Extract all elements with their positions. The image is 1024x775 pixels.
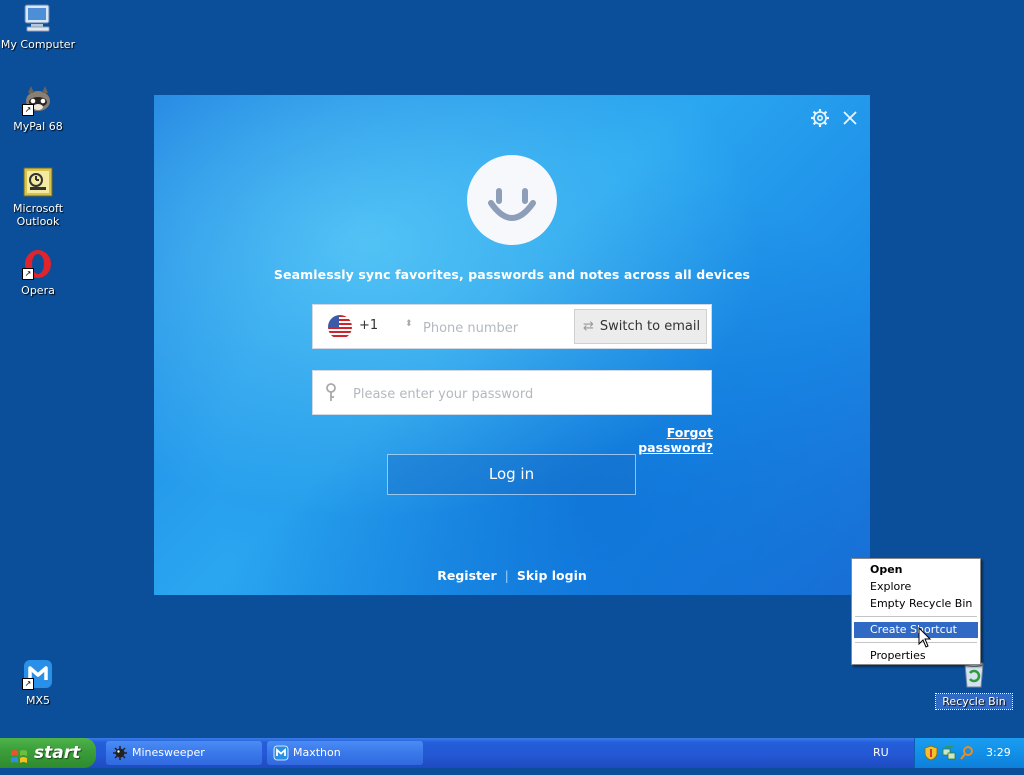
shortcut-arrow-icon: ↗ — [22, 268, 34, 280]
context-menu: Open Explore Empty Recycle Bin Create Sh… — [851, 558, 981, 665]
minesweeper-icon — [112, 745, 128, 761]
menu-item-explore[interactable]: Explore — [854, 579, 978, 595]
mouse-cursor-icon — [918, 626, 932, 649]
forgot-password-link[interactable]: Forgot password? — [603, 425, 713, 455]
desktop-icon-label: Microsoft Outlook — [12, 202, 64, 228]
desktop-icon-opera[interactable]: ↗ Opera — [0, 248, 76, 297]
skip-login-link[interactable]: Skip login — [517, 568, 587, 583]
maxthon-icon — [273, 745, 289, 761]
menu-item-open[interactable]: Open — [854, 562, 978, 578]
desktop-icon-label: MX5 — [25, 694, 51, 707]
outlook-icon — [22, 166, 54, 198]
updown-arrow-icon[interactable]: ⬍ — [405, 319, 413, 329]
security-shield-icon[interactable] — [924, 745, 938, 761]
computer-icon — [22, 2, 54, 34]
menu-item-create-shortcut[interactable]: Create Shortcut — [854, 622, 978, 638]
desktop-icon-label: Opera — [21, 284, 55, 297]
bottom-links: Register | Skip login — [154, 568, 870, 583]
shortcut-arrow-icon: ↗ — [22, 678, 34, 690]
network-icon[interactable] — [942, 745, 956, 761]
register-link[interactable]: Register — [437, 568, 496, 583]
shortcut-arrow-icon: ↗ — [22, 104, 34, 116]
desktop-icon-mx5[interactable]: ↗ MX5 — [0, 658, 76, 707]
desktop-icon-my-computer[interactable]: My Computer — [0, 2, 76, 51]
menu-separator — [855, 642, 977, 643]
menu-item-properties[interactable]: Properties — [854, 648, 978, 664]
password-field-row — [312, 370, 712, 415]
opera-icon: ↗ — [22, 248, 54, 280]
password-input[interactable] — [351, 381, 695, 407]
us-flag-icon[interactable] — [328, 315, 352, 339]
smiley-avatar-icon — [467, 155, 557, 245]
windows-flag-icon — [10, 745, 28, 763]
taskbar-item-label: Minesweeper — [132, 746, 205, 759]
desktop-icon-recycle-bin[interactable]: Recycle Bin — [935, 658, 1013, 710]
maxthon-icon: ↗ — [22, 658, 54, 690]
system-tray: 3:29 — [914, 738, 1024, 768]
start-label: start — [34, 743, 81, 763]
desktop-icon-label: My Computer — [0, 38, 76, 51]
search-magnifier-icon[interactable] — [960, 745, 974, 761]
phone-field-row: +1 ⬍ ⇄ Switch to email — [312, 304, 712, 349]
desktop-icon-mypal[interactable]: ↗ MyPal 68 — [0, 84, 76, 133]
phone-number-input[interactable] — [421, 315, 575, 341]
settings-gear-icon[interactable] — [809, 107, 831, 129]
desktop-icon-label: MyPal 68 — [13, 120, 63, 133]
start-button[interactable]: start — [0, 738, 96, 768]
language-indicator[interactable]: RU — [873, 746, 889, 759]
menu-item-empty-recycle-bin[interactable]: Empty Recycle Bin — [854, 596, 978, 612]
swap-arrows-icon: ⇄ — [583, 319, 594, 334]
switch-to-email-label: Switch to email — [599, 319, 701, 334]
taskbar-item-minesweeper[interactable]: Minesweeper — [106, 741, 262, 765]
close-icon[interactable] — [839, 107, 861, 129]
login-button[interactable]: Log in — [387, 454, 636, 495]
desktop-icon-label: Recycle Bin — [935, 693, 1013, 710]
tagline-text: Seamlessly sync favorites, passwords and… — [273, 267, 751, 282]
taskbar-item-maxthon[interactable]: Maxthon — [267, 741, 423, 765]
raccoon-icon: ↗ — [22, 84, 54, 116]
taskbar-item-label: Maxthon — [293, 746, 341, 759]
clock: 3:29 — [986, 746, 1011, 759]
key-icon — [325, 382, 337, 404]
menu-separator — [855, 616, 977, 617]
switch-to-email-button[interactable]: ⇄ Switch to email — [574, 309, 707, 344]
taskbar: start Minesweeper Maxthon RU 3:29 — [0, 738, 1024, 768]
login-dialog: Seamlessly sync favorites, passwords and… — [154, 95, 870, 595]
desktop-icon-outlook[interactable]: Microsoft Outlook — [0, 166, 76, 228]
country-code[interactable]: +1 — [359, 318, 378, 333]
link-separator: | — [504, 568, 509, 583]
